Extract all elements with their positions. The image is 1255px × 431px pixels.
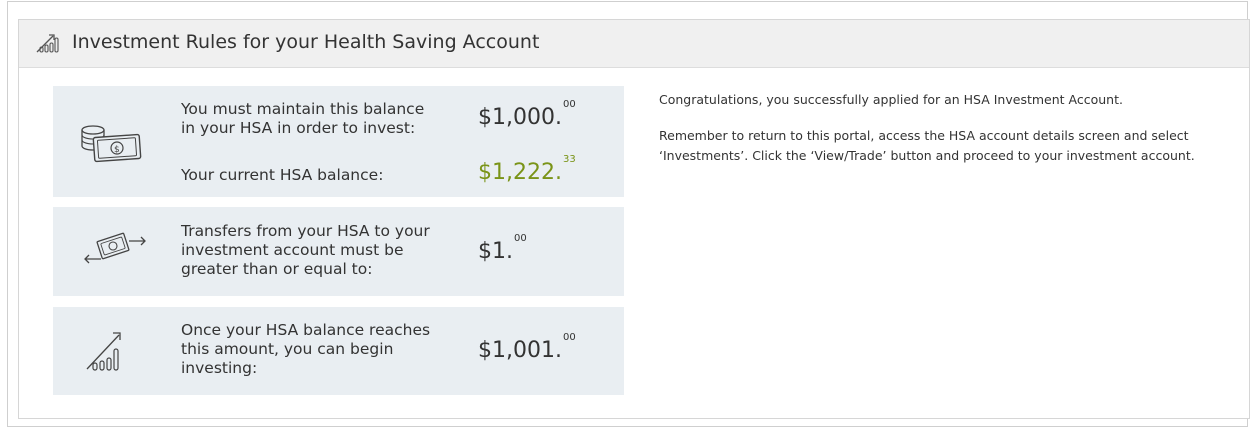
current-balance-amount: $1,222.33 (478, 154, 576, 185)
transfer-minimum-amount: $1.00 (478, 233, 527, 264)
current-balance-label: Your current HSA balance: (181, 166, 384, 184)
transfer-minimum-card: Transfers from your HSA to your investme… (53, 207, 624, 296)
investment-threshold-amount: $1,001.00 (478, 332, 576, 363)
minimum-balance-amount: $1,000.00 (478, 99, 576, 130)
investment-threshold-card: Once your HSA balance reaches this amoun… (53, 307, 624, 395)
instructions-line-2: ‘Investments’. Click the ‘View/Trade’ bu… (659, 148, 1195, 163)
transfer-money-icon (84, 232, 146, 264)
minimum-balance-label: You must maintain this balance in your H… (181, 100, 425, 137)
transfer-minimum-label: Transfers from your HSA to your investme… (181, 222, 430, 278)
success-message: Congratulations, you successfully applie… (659, 92, 1123, 107)
panel-title: Investment Rules for your Health Saving … (72, 31, 540, 53)
instructions-line-1: Remember to return to this portal, acces… (659, 128, 1189, 143)
money-icon: $ (81, 125, 142, 163)
investment-rules-panel: Investment Rules for your Health Saving … (18, 19, 1250, 419)
panel-header: Investment Rules for your Health Saving … (19, 20, 1249, 68)
svg-text:$: $ (114, 145, 120, 155)
chart-growth-icon (36, 34, 59, 53)
chart-growth-icon (86, 332, 121, 371)
page-frame: Investment Rules for your Health Saving … (7, 1, 1250, 427)
investment-threshold-label: Once your HSA balance reaches this amoun… (181, 321, 431, 377)
minimum-balance-card: $ You must maintain this balance in your… (53, 86, 624, 197)
